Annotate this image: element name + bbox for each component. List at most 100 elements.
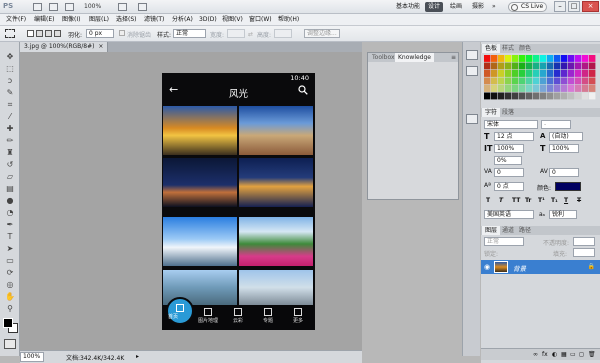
tab-paths[interactable]: 路径 bbox=[516, 226, 534, 235]
menu-view[interactable]: 视图(V) bbox=[219, 15, 246, 25]
color-swatch[interactable] bbox=[561, 62, 568, 70]
feather-input[interactable]: 0 px bbox=[86, 29, 114, 38]
color-swatch[interactable] bbox=[533, 92, 540, 100]
color-swatch[interactable] bbox=[582, 70, 589, 77]
new-layer-icon[interactable]: ◻ bbox=[579, 351, 584, 358]
blend-mode-select[interactable]: 正常 bbox=[484, 237, 524, 246]
color-swatch[interactable] bbox=[491, 85, 498, 92]
color-swatch[interactable] bbox=[582, 85, 589, 92]
color-swatch[interactable] bbox=[547, 85, 554, 92]
color-swatch[interactable] bbox=[589, 70, 596, 77]
color-swatch[interactable] bbox=[554, 92, 561, 100]
color-swatch[interactable] bbox=[491, 62, 498, 70]
workspace-design[interactable]: 设计 bbox=[425, 2, 444, 12]
menu-analysis[interactable]: 分析(A) bbox=[169, 15, 196, 25]
close-document-icon[interactable]: × bbox=[98, 43, 103, 50]
font-family-select[interactable]: 宋体 bbox=[484, 120, 538, 129]
refine-edge-button[interactable]: 调整边缘... bbox=[304, 29, 340, 38]
menu-3d[interactable]: 3D(D) bbox=[196, 15, 220, 25]
color-swatch[interactable] bbox=[554, 77, 561, 85]
color-swatch[interactable] bbox=[568, 77, 575, 85]
blur-tool-icon[interactable]: ● bbox=[4, 196, 16, 206]
baseline-shift-input[interactable]: 0 点 bbox=[494, 182, 524, 191]
color-swatch[interactable] bbox=[498, 85, 505, 92]
language-select[interactable]: 美国英语 bbox=[484, 210, 534, 219]
color-swatch[interactable] bbox=[512, 85, 519, 92]
eyedropper-tool-icon[interactable]: ⁄ bbox=[4, 112, 16, 122]
color-swatch[interactable] bbox=[547, 77, 554, 85]
color-swatch[interactable] bbox=[505, 92, 512, 100]
color-swatch[interactable] bbox=[575, 92, 582, 100]
tracking-select[interactable]: 0 bbox=[549, 168, 579, 177]
visibility-eye-icon[interactable]: ◉ bbox=[484, 263, 490, 271]
color-swatch[interactable] bbox=[526, 92, 533, 100]
underline-button[interactable]: T bbox=[564, 197, 568, 204]
arrange-documents-icon[interactable] bbox=[118, 3, 127, 11]
color-swatch[interactable] bbox=[561, 92, 568, 100]
color-swatch[interactable] bbox=[526, 85, 533, 92]
adjustment-layer-icon[interactable]: ▦ bbox=[561, 351, 567, 358]
shape-tool-icon[interactable]: ▭ bbox=[4, 256, 16, 266]
color-swatch[interactable] bbox=[540, 62, 547, 70]
add-selection-icon[interactable] bbox=[36, 30, 43, 37]
color-swatch[interactable] bbox=[505, 77, 512, 85]
color-swatch[interactable] bbox=[561, 77, 568, 85]
color-swatch[interactable] bbox=[533, 85, 540, 92]
text-color-swatch[interactable] bbox=[555, 182, 581, 191]
color-swatch[interactable] bbox=[554, 70, 561, 77]
panel-menu-icon[interactable]: ≡ bbox=[451, 54, 456, 61]
color-swatch[interactable] bbox=[533, 77, 540, 85]
tab-color[interactable]: 颜色 bbox=[516, 44, 534, 53]
color-swatch[interactable] bbox=[561, 55, 568, 62]
color-swatch[interactable] bbox=[519, 55, 526, 62]
screen-mode-icon[interactable] bbox=[138, 3, 147, 11]
marquee-tool-preset-icon[interactable] bbox=[5, 29, 15, 38]
color-swatch[interactable] bbox=[498, 92, 505, 100]
brush-tool-icon[interactable]: ✏ bbox=[4, 136, 16, 146]
tab-styles[interactable]: 样式 bbox=[499, 44, 517, 53]
layer-row-background[interactable]: ◉ 背景 🔒 bbox=[481, 260, 600, 274]
color-swatch[interactable] bbox=[575, 70, 582, 77]
color-swatch[interactable] bbox=[491, 92, 498, 100]
color-swatch[interactable] bbox=[582, 55, 589, 62]
superscript-button[interactable]: T¹ bbox=[538, 197, 545, 204]
pen-tool-icon[interactable]: ✒ bbox=[4, 220, 16, 230]
color-swatch[interactable] bbox=[554, 85, 561, 92]
color-swatch[interactable] bbox=[568, 70, 575, 77]
color-swatch[interactable] bbox=[547, 62, 554, 70]
mini-bridge-icon[interactable] bbox=[49, 3, 58, 11]
menu-layer[interactable]: 图层(L) bbox=[86, 15, 112, 25]
color-swatch[interactable] bbox=[582, 77, 589, 85]
color-swatch[interactable] bbox=[526, 62, 533, 70]
antialias-checkbox[interactable] bbox=[119, 30, 125, 36]
color-swatch[interactable] bbox=[589, 62, 596, 70]
workspace-painting[interactable]: 绘画 bbox=[447, 2, 465, 12]
leading-select[interactable]: (自动) bbox=[549, 132, 583, 141]
healing-brush-tool-icon[interactable]: ✚ bbox=[4, 124, 16, 134]
color-swatch[interactable] bbox=[512, 77, 519, 85]
actions-panel-icon[interactable] bbox=[466, 66, 478, 76]
path-selection-tool-icon[interactable]: ➤ bbox=[4, 244, 16, 254]
color-swatch[interactable] bbox=[498, 55, 505, 62]
small-caps-button[interactable]: Tr bbox=[525, 197, 531, 204]
color-swatch[interactable] bbox=[526, 55, 533, 62]
paragraph-styles-icon[interactable] bbox=[466, 114, 478, 124]
status-zoom[interactable]: 100% bbox=[20, 352, 44, 362]
color-swatch[interactable] bbox=[589, 85, 596, 92]
color-swatch[interactable] bbox=[519, 85, 526, 92]
color-swatch[interactable] bbox=[568, 62, 575, 70]
color-swatch[interactable] bbox=[484, 55, 491, 62]
horizontal-scale-input[interactable]: 100% bbox=[549, 144, 579, 153]
marquee-tool-icon[interactable]: ⬚ bbox=[4, 64, 16, 74]
color-swatch[interactable] bbox=[547, 70, 554, 77]
color-swatch[interactable] bbox=[547, 92, 554, 100]
color-swatch[interactable] bbox=[491, 70, 498, 77]
more-workspaces-icon[interactable]: » bbox=[489, 2, 499, 12]
color-swatch[interactable] bbox=[505, 62, 512, 70]
3d-rotate-tool-icon[interactable]: ⟳ bbox=[4, 268, 16, 278]
hand-tool-icon[interactable]: ✋ bbox=[4, 292, 16, 302]
opacity-input[interactable] bbox=[573, 237, 595, 246]
menu-file[interactable]: 文件(F) bbox=[3, 15, 29, 25]
tab-swatches[interactable]: 色板 bbox=[482, 44, 501, 53]
color-swatch[interactable] bbox=[498, 77, 505, 85]
